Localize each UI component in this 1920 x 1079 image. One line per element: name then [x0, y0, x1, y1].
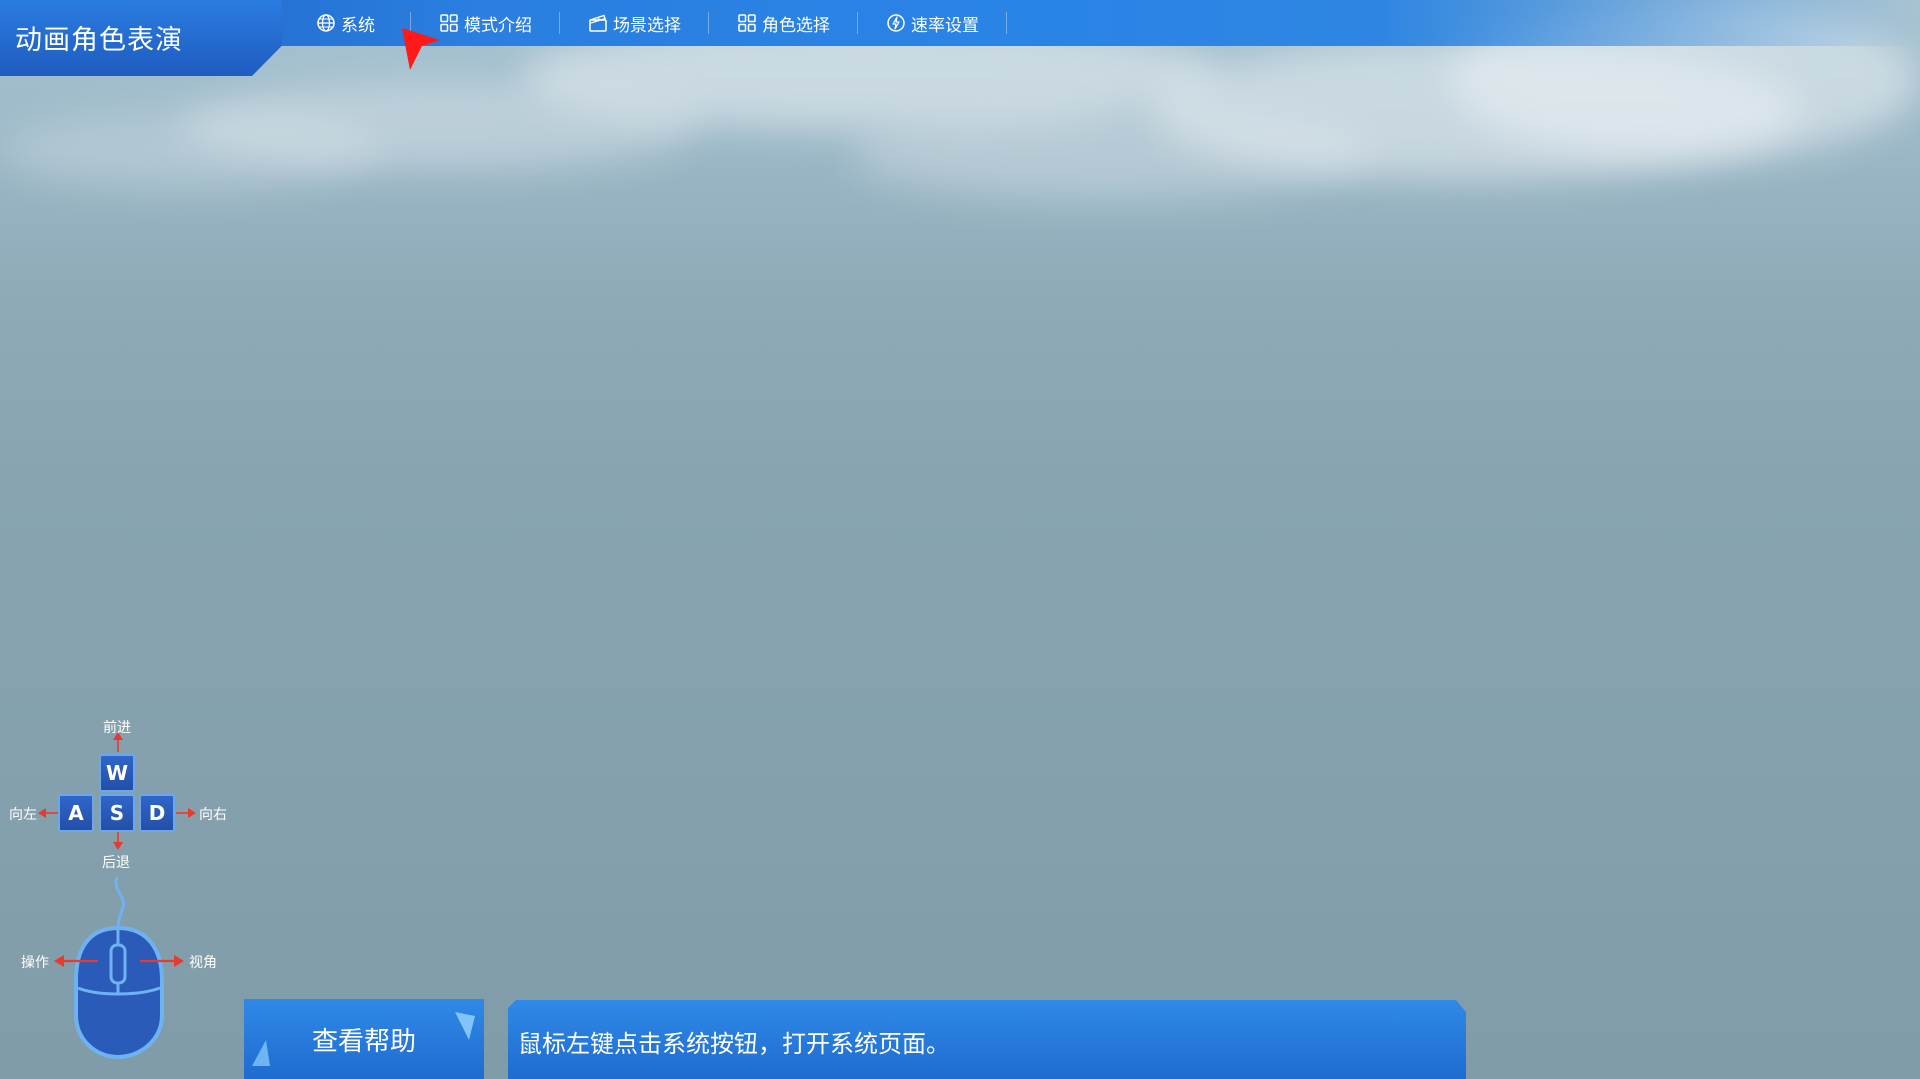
sky-background	[0, 0, 1920, 1079]
menu-item-system[interactable]: 系统	[300, 0, 411, 46]
clapperboard-icon	[589, 14, 607, 32]
back-label: 后退	[102, 855, 130, 871]
mouse-right-label: 视角	[189, 955, 217, 971]
key-d: D	[139, 794, 175, 832]
view-help-label: 查看帮助	[311, 1025, 416, 1056]
key-w: W	[99, 754, 135, 792]
bolt-circle-icon	[887, 14, 905, 32]
globe-icon	[317, 14, 335, 32]
hint-text: 鼠标左键点击系统按钮，打开系统页面。	[518, 1030, 950, 1058]
corner-accent-icon	[455, 1012, 475, 1040]
menu-item-speed-settings[interactable]: 速率设置	[858, 0, 1007, 46]
menu-item-label: 模式介绍	[464, 15, 532, 36]
pointer-cursor-icon	[402, 28, 440, 70]
key-a: A	[58, 794, 94, 832]
left-label: 向左	[9, 807, 37, 823]
key-s: S	[99, 794, 135, 832]
grid-icon	[738, 14, 756, 32]
keyboard-help: 前进 W A S D 向左 向右 后退	[0, 710, 240, 880]
mouse-help: 操作 视角	[0, 875, 240, 1065]
hint-bar: 鼠标左键点击系统按钮，打开系统页面。	[508, 1000, 1466, 1079]
right-label: 向右	[199, 807, 227, 823]
forward-label: 前进	[103, 720, 131, 736]
menu-item-label: 速率设置	[911, 15, 979, 36]
menu-item-scene-select[interactable]: 场景选择	[560, 0, 709, 46]
menu-item-label: 系统	[341, 15, 375, 36]
mouse-left-label: 操作	[21, 955, 49, 971]
menu-item-label: 角色选择	[762, 15, 830, 36]
menu-item-label: 场景选择	[613, 15, 681, 36]
corner-accent-icon	[252, 1040, 270, 1066]
menu-item-character-select[interactable]: 角色选择	[709, 0, 858, 46]
app-title: 动画角色表演	[15, 25, 183, 56]
view-help-button[interactable]: 查看帮助	[244, 999, 484, 1079]
